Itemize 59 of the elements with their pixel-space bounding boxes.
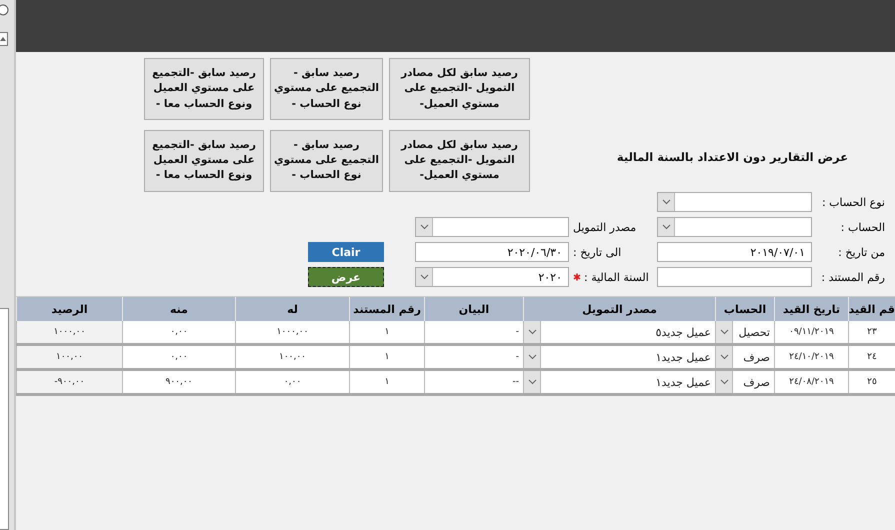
table-cell: ١٠٠,٠٠	[235, 346, 349, 368]
table-cell: -٩٠٠,٠٠	[16, 371, 122, 393]
table-cell: ٢٤	[848, 346, 895, 368]
table-cell: ٢٤/١٠/٢٠١٩	[774, 346, 848, 368]
combo-box[interactable]: ٢٠٢٠	[415, 267, 569, 287]
table-cell: ١	[349, 321, 424, 343]
chevron-down-icon[interactable]	[416, 268, 433, 286]
field-label: من تاريخ :	[838, 246, 885, 258]
field-label: الى تاريخ :	[573, 246, 622, 258]
combo-box[interactable]: عميل جديد٥	[523, 321, 715, 343]
combo-box[interactable]: تحصيل	[715, 321, 774, 343]
field-label: رقم المستند :	[821, 270, 885, 284]
chevron-down-icon[interactable]	[716, 321, 733, 343]
table-cell: --	[424, 371, 523, 393]
field-label: السنة المالية :	[584, 270, 649, 284]
combo-box[interactable]: عميل جديد١	[523, 371, 715, 393]
report-button[interactable]: رصيد سابق لكل مصادر التمويل -التجميع على مستوي العميل-	[389, 130, 530, 192]
table-cell: ١	[349, 346, 424, 368]
chevron-down-icon[interactable]	[716, 346, 733, 368]
chevron-down-icon[interactable]	[658, 218, 675, 236]
table-cell: ١	[349, 371, 424, 393]
report-button[interactable]: رصيد سابق -التجميع على مستوي العميل ونوع الحساب معا -	[144, 130, 264, 192]
table-cell: ١٠٠,٠٠	[16, 346, 122, 368]
table-cell: -	[424, 346, 523, 368]
combo-box[interactable]: صرف	[715, 346, 774, 368]
combo-box[interactable]	[415, 217, 569, 237]
chevron-down-icon[interactable]	[658, 193, 675, 211]
input-field[interactable]: ٢٠٢٠/٠٦/٣٠	[415, 242, 569, 262]
chevron-down-icon[interactable]	[524, 371, 541, 393]
show-button[interactable]: عرض	[308, 267, 384, 287]
report-button[interactable]: رصيد سابق لكل مصادر التمويل -التجميع على مستوي العميل-	[389, 58, 530, 120]
table-cell: -	[424, 321, 523, 343]
combo-box[interactable]: صرف	[715, 371, 774, 393]
table-cell: ٢٤/٠٨/٢٠١٩	[774, 371, 848, 393]
report-button[interactable]: رصيد سابق - التجميع على مستوي نوع الحساب -	[270, 130, 383, 192]
table-cell: ٠,٠٠	[235, 371, 349, 393]
table-cell: ١٠٠٠,٠٠	[235, 321, 349, 343]
report-button[interactable]: رصيد سابق -التجميع على مستوي العميل ونوع الحساب معا -	[144, 58, 264, 120]
table-cell: ١٠٠٠,٠٠	[16, 321, 122, 343]
triangle-button[interactable]	[0, 32, 8, 46]
table-cell: ٢٥	[848, 371, 895, 393]
triangle-icon	[0, 36, 6, 42]
chevron-down-icon[interactable]	[716, 371, 733, 393]
combo-box[interactable]	[657, 192, 812, 212]
clear-button[interactable]: Clair	[308, 242, 384, 262]
chevron-down-icon[interactable]	[524, 321, 541, 343]
field-label: مصدر التمويل	[573, 220, 636, 234]
combo-box[interactable]: عميل جديد١	[523, 346, 715, 368]
input-field[interactable]	[657, 267, 812, 287]
combo-box[interactable]	[657, 217, 812, 237]
report-button[interactable]: رصيد سابق - التجميع على مستوي نوع الحساب -	[270, 58, 383, 120]
table-cell: ٠٩/١١/٢٠١٩	[774, 321, 848, 343]
table-cell: ٢٣	[848, 321, 895, 343]
chevron-down-icon[interactable]	[416, 218, 433, 236]
input-field[interactable]: ٢٠١٩/٠٧/٠١	[657, 242, 812, 262]
field-label: الحساب :	[840, 220, 885, 234]
field-label: نوع الحساب :	[822, 196, 885, 208]
form-title: عرض التقارير دون الاعتداد بالسنة المالية	[616, 150, 848, 164]
chevron-down-icon[interactable]	[524, 346, 541, 368]
